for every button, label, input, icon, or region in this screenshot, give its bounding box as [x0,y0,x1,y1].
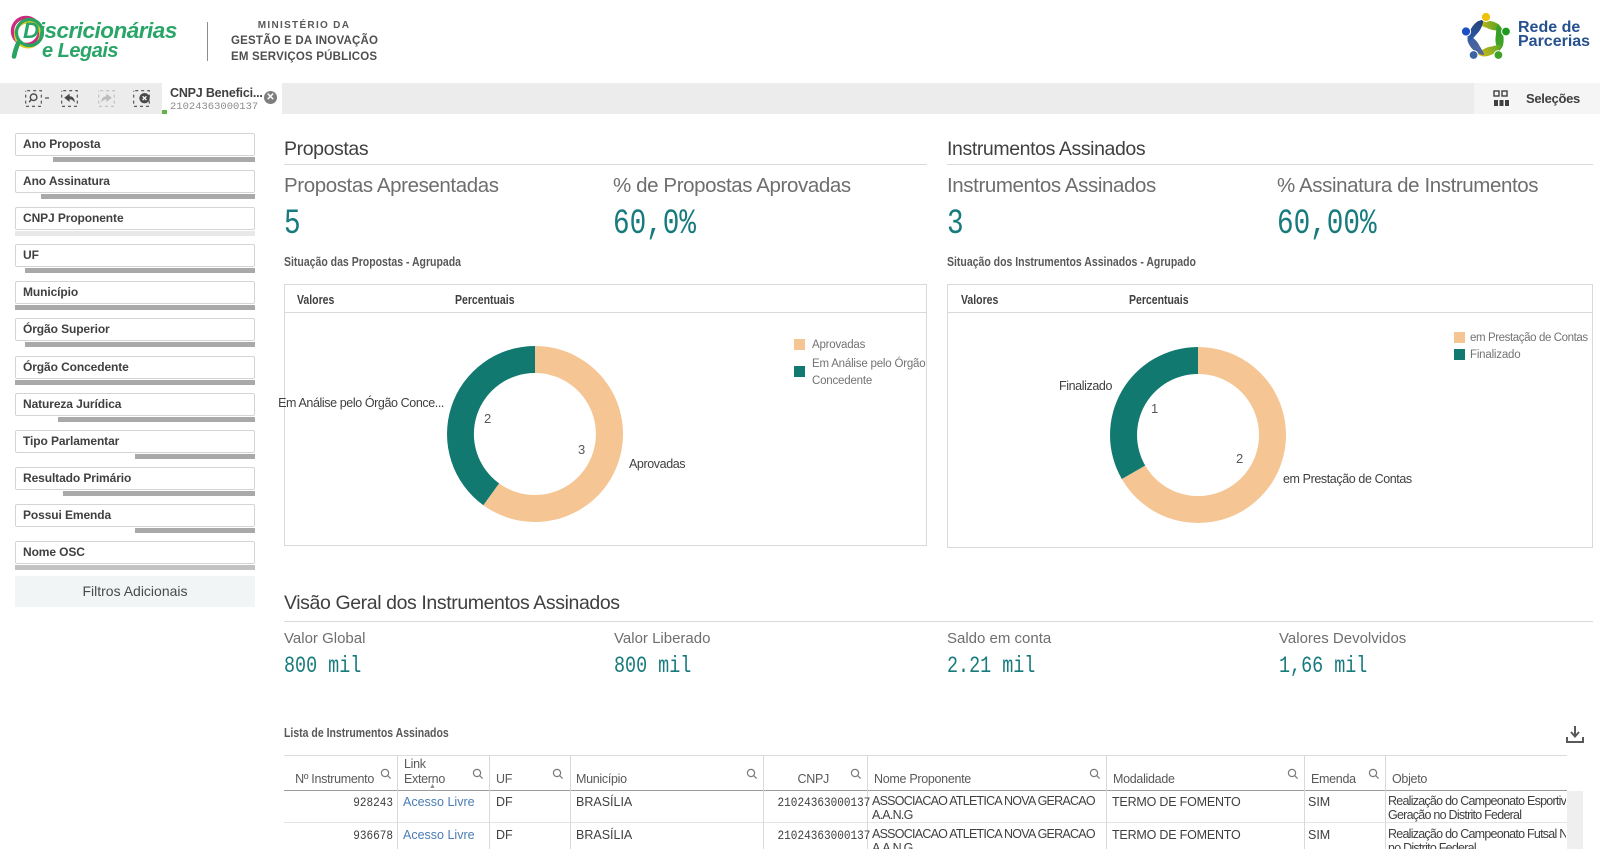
svg-text:e Legais: e Legais [42,40,118,62]
